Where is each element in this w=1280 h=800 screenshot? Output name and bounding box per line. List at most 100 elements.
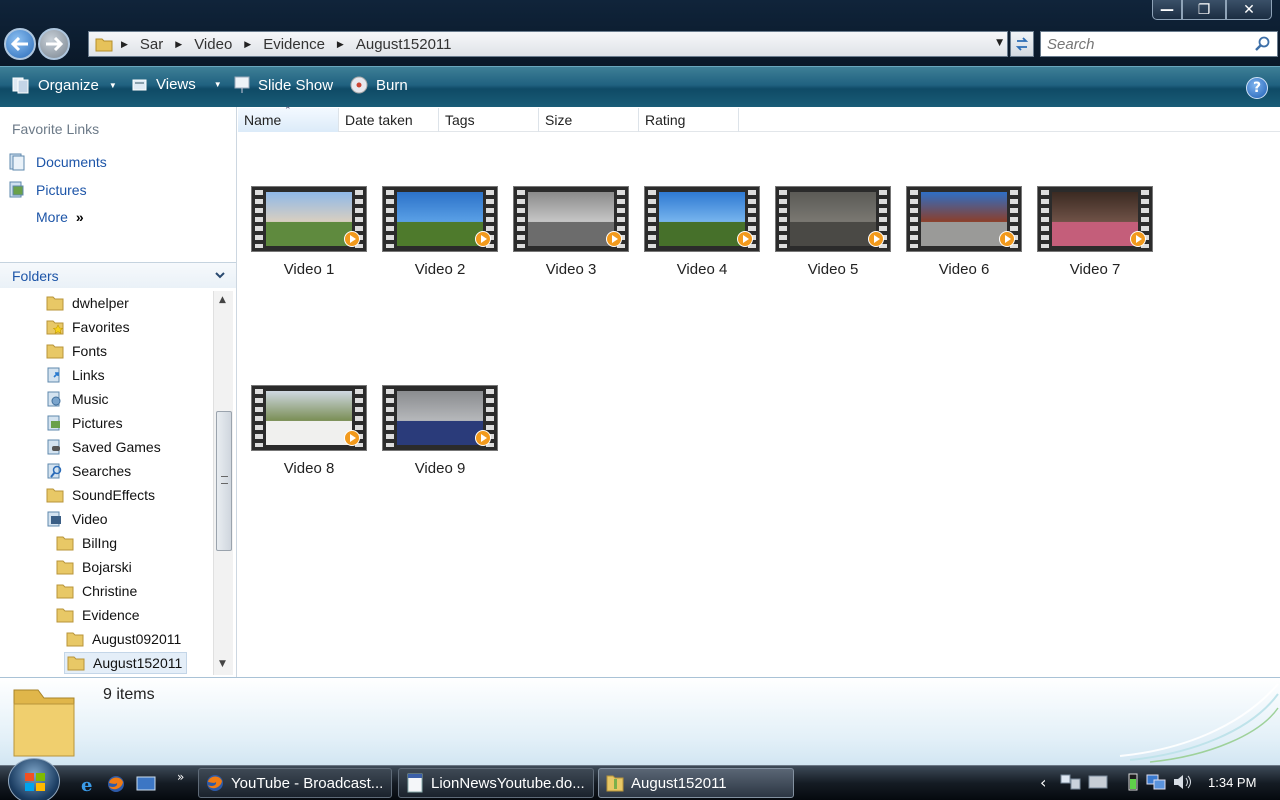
- restore-button[interactable]: ❐: [1182, 0, 1226, 20]
- breadcrumb-item[interactable]: Video: [194, 36, 232, 53]
- network-icon[interactable]: [1146, 773, 1166, 791]
- back-arrow-icon: [11, 37, 28, 51]
- forward-button[interactable]: [38, 28, 70, 60]
- tree-item-label: Christine: [82, 583, 138, 599]
- video-file-item[interactable]: Video 1: [249, 186, 369, 278]
- favorite-link-documents[interactable]: Documents: [8, 153, 107, 171]
- column-header-name[interactable]: ⌃ Name: [238, 105, 339, 132]
- tree-item[interactable]: Christine: [56, 580, 137, 602]
- favorite-link-pictures[interactable]: Pictures: [8, 181, 87, 199]
- tree-item-label: Favorites: [72, 319, 130, 335]
- column-header-rating[interactable]: Rating: [639, 108, 739, 132]
- tree-item[interactable]: Evidence: [56, 604, 140, 626]
- firefox-icon: [207, 775, 223, 791]
- breadcrumb-item[interactable]: Sar: [140, 36, 163, 53]
- tree-item[interactable]: August092011: [66, 628, 181, 650]
- decorative-swoosh: [1119, 683, 1279, 763]
- views-button[interactable]: Views ▼: [132, 76, 222, 93]
- play-icon: [344, 430, 360, 446]
- taskbar: e » YouTube - Broadcast... LionNewsYoutu…: [0, 758, 1280, 800]
- search-input[interactable]: [1041, 33, 1241, 55]
- tree-item[interactable]: Fonts: [46, 340, 107, 362]
- scroll-up-arrow-icon[interactable]: ▲: [219, 295, 226, 305]
- help-button[interactable]: ?: [1246, 77, 1268, 99]
- video-file-item[interactable]: Video 2: [380, 186, 500, 278]
- battery-icon[interactable]: [1126, 772, 1140, 792]
- folder-tree: dwhelper Favorites Fonts Links Music Pic…: [0, 291, 212, 677]
- address-bar[interactable]: ▶ Sar ▶ Video ▶ Evidence ▶ August152011 …: [88, 31, 1008, 57]
- play-icon: [475, 231, 491, 247]
- folder-icon: [66, 632, 84, 647]
- minimize-button[interactable]: —: [1152, 0, 1182, 20]
- tree-item[interactable]: Pictures: [46, 412, 123, 434]
- clock[interactable]: 1:34 PM: [1208, 775, 1256, 790]
- tree-item[interactable]: Links: [46, 364, 105, 386]
- show-hidden-icons-chevron-icon[interactable]: ‹: [1040, 773, 1046, 792]
- column-header-label: Date taken: [345, 112, 413, 128]
- folders-header[interactable]: Folders: [0, 262, 236, 288]
- folder-icon: [46, 488, 64, 503]
- column-header-tags[interactable]: Tags: [439, 108, 539, 132]
- video-file-item[interactable]: Video 8: [249, 385, 369, 477]
- video-file-label: Video 6: [938, 261, 990, 278]
- tree-item[interactable]: SoundEffects: [46, 484, 155, 506]
- volume-icon[interactable]: [1172, 773, 1192, 791]
- breadcrumb-item[interactable]: Evidence: [263, 36, 325, 53]
- scrollbar-thumb[interactable]: [216, 411, 232, 551]
- firefox-icon[interactable]: [106, 774, 126, 794]
- tree-item[interactable]: dwhelper: [46, 292, 129, 314]
- chevron-down-icon: [215, 272, 225, 279]
- video-file-item[interactable]: Video 4: [642, 186, 762, 278]
- back-button[interactable]: [4, 28, 36, 60]
- word-document-icon: [407, 773, 423, 793]
- breadcrumb-item[interactable]: August152011: [356, 36, 452, 53]
- internet-explorer-icon[interactable]: e: [78, 774, 98, 794]
- scroll-down-arrow-icon[interactable]: ▼: [219, 659, 226, 669]
- refresh-button[interactable]: [1010, 31, 1034, 57]
- video-file-item[interactable]: Video 7: [1035, 186, 1155, 278]
- organize-button[interactable]: Organize ▼: [12, 76, 117, 94]
- column-header-size[interactable]: Size: [539, 108, 639, 132]
- quick-launch-more[interactable]: »: [177, 770, 184, 784]
- play-icon: [999, 231, 1015, 247]
- close-button[interactable]: ✕: [1226, 0, 1272, 20]
- task-word-document[interactable]: LionNewsYoutube.do...: [398, 768, 594, 798]
- address-dropdown-icon[interactable]: ▼: [996, 38, 1003, 48]
- slideshow-button[interactable]: Slide Show: [234, 76, 333, 94]
- favorite-link-more[interactable]: More »: [36, 209, 84, 225]
- tree-item[interactable]: Bojarski: [56, 556, 132, 578]
- burn-button[interactable]: Burn: [350, 76, 408, 94]
- tree-item-label: Music: [72, 391, 109, 407]
- tree-item[interactable]: Favorites: [46, 316, 130, 338]
- tree-item[interactable]: Saved Games: [46, 436, 161, 458]
- start-button[interactable]: [8, 758, 60, 800]
- task-youtube[interactable]: YouTube - Broadcast...: [198, 768, 392, 798]
- tree-item[interactable]: Searches: [46, 460, 131, 482]
- video-thumbnail: [382, 186, 498, 252]
- double-chevron-icon: »: [75, 209, 84, 225]
- tree-item[interactable]: Video: [46, 508, 108, 530]
- favorite-link-label: Pictures: [36, 182, 87, 198]
- task-explorer[interactable]: August152011: [598, 768, 794, 798]
- video-thumbnail: [906, 186, 1022, 252]
- tree-item-selected[interactable]: August152011: [64, 652, 188, 674]
- video-file-item[interactable]: Video 6: [904, 186, 1024, 278]
- keyboard-icon[interactable]: [1088, 773, 1108, 791]
- video-file-item[interactable]: Video 5: [773, 186, 893, 278]
- column-header-label: Rating: [645, 112, 686, 128]
- folder-tree-scrollbar[interactable]: ▲ ▼: [213, 291, 233, 675]
- tree-item[interactable]: BilIng: [56, 532, 117, 554]
- explorer-folder-icon: [606, 775, 624, 792]
- video-file-item[interactable]: Video 9: [380, 385, 500, 477]
- show-desktop-icon[interactable]: [136, 774, 156, 794]
- tree-item[interactable]: Music: [46, 388, 109, 410]
- folder-open-icon: [56, 608, 74, 623]
- thumbnail-frame: [266, 391, 352, 445]
- search-icon[interactable]: [1255, 36, 1271, 52]
- video-file-item[interactable]: Video 3: [511, 186, 631, 278]
- thumbnail-frame: [921, 192, 1007, 246]
- tree-item-label: August092011: [92, 631, 182, 647]
- thumbnail-frame: [659, 192, 745, 246]
- column-header-date-taken[interactable]: Date taken: [339, 108, 439, 132]
- language-bar-icon[interactable]: [1060, 773, 1082, 791]
